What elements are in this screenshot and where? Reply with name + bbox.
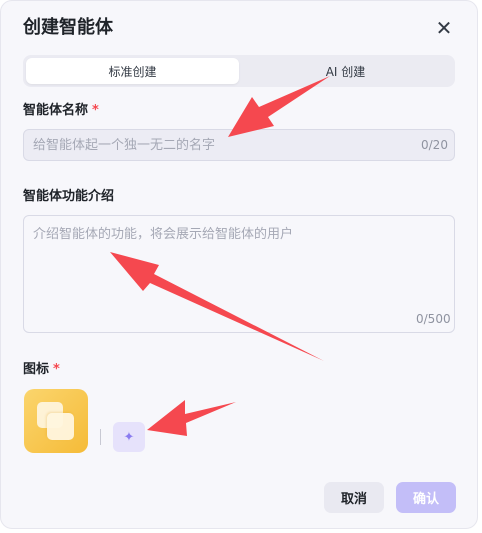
icon-label-text: 图标 — [23, 362, 50, 377]
agent-name-char-counter: 0/20 — [421, 138, 448, 152]
agent-description-field: 0/500 — [23, 215, 455, 333]
icon-divider — [100, 429, 101, 445]
cancel-button[interactable]: 取消 — [324, 482, 384, 513]
sparkle-icon: ✦ — [123, 429, 135, 445]
tab-ai-create[interactable]: AI 创建 — [239, 58, 452, 84]
agent-description-char-counter: 0/500 — [416, 312, 451, 326]
ai-generate-icon-button[interactable]: ✦ — [113, 422, 145, 452]
agent-name-label-text: 智能体名称 — [23, 103, 89, 118]
agent-description-textarea[interactable] — [33, 223, 443, 303]
agent-name-label: 智能体名称 * — [23, 102, 99, 120]
agent-icon-shape-front — [47, 413, 74, 440]
create-mode-tabs: 标准创建 AI 创建 — [23, 55, 455, 87]
create-agent-dialog: 创建智能体 ✕ 标准创建 AI 创建 智能体名称* 0/20 智能体功能介绍 0… — [0, 0, 478, 529]
agent-name-field: 0/20 — [23, 129, 455, 161]
close-icon[interactable]: ✕ — [433, 16, 455, 40]
agent-icon-preview[interactable] — [24, 389, 88, 453]
tab-standard-create[interactable]: 标准创建 — [26, 58, 239, 84]
icon-label: 图标 * — [23, 361, 60, 379]
dialog-title: 创建智能体 — [23, 17, 113, 38]
required-mark: * — [92, 103, 99, 118]
confirm-button[interactable]: 确认 — [396, 482, 456, 513]
required-mark: * — [53, 362, 60, 377]
agent-name-input[interactable] — [33, 130, 413, 160]
agent-description-label: 智能体功能介绍 — [23, 189, 115, 204]
